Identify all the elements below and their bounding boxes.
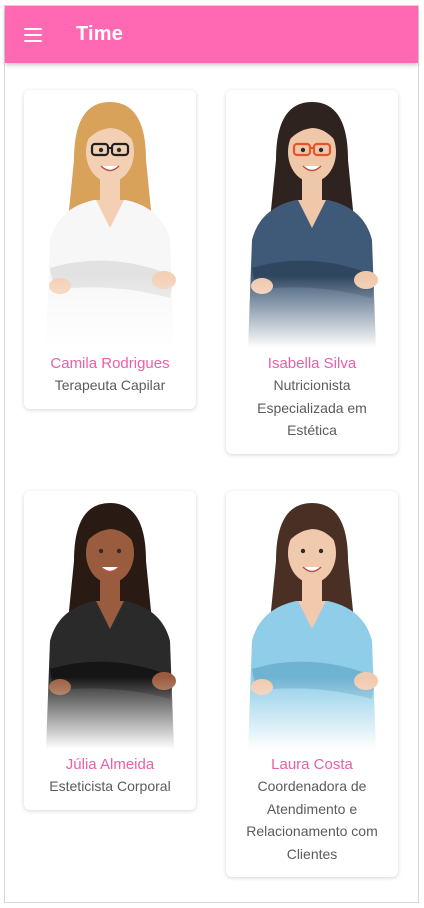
app-frame: Time Camila Rodrigues Terapeuta Capilar … bbox=[4, 5, 419, 903]
team-member-card[interactable]: Camila Rodrigues Terapeuta Capilar bbox=[24, 90, 196, 409]
member-role: Esteticista Corporal bbox=[49, 778, 171, 794]
app-bar: Time bbox=[5, 6, 418, 63]
member-name: Júlia Almeida bbox=[65, 756, 155, 773]
team-member-card[interactable]: Laura Costa Coordenadora de Atendimento … bbox=[226, 491, 398, 877]
profile-photo bbox=[226, 491, 398, 749]
profile-photo bbox=[226, 90, 398, 348]
hamburger-menu-icon[interactable] bbox=[5, 6, 61, 63]
fade-overlay bbox=[24, 90, 196, 348]
member-name: Isabella Silva bbox=[267, 355, 357, 372]
fade-overlay bbox=[226, 90, 398, 348]
member-name: Laura Costa bbox=[271, 756, 353, 773]
team-member-card[interactable]: Júlia Almeida Esteticista Corporal bbox=[24, 491, 196, 810]
member-role: Terapeuta Capilar bbox=[54, 377, 166, 393]
member-role: Nutricionista Especializada em Estética bbox=[257, 377, 367, 438]
page-title: Time bbox=[76, 23, 124, 45]
fade-overlay bbox=[24, 491, 196, 749]
team-member-card[interactable]: Isabella Silva Nutricionista Especializa… bbox=[226, 90, 398, 454]
fade-overlay bbox=[226, 491, 398, 749]
profile-photo bbox=[24, 90, 196, 348]
member-role: Coordenadora de Atendimento e Relacionam… bbox=[246, 778, 378, 862]
member-name: Camila Rodrigues bbox=[50, 355, 170, 372]
profile-photo bbox=[24, 491, 196, 749]
